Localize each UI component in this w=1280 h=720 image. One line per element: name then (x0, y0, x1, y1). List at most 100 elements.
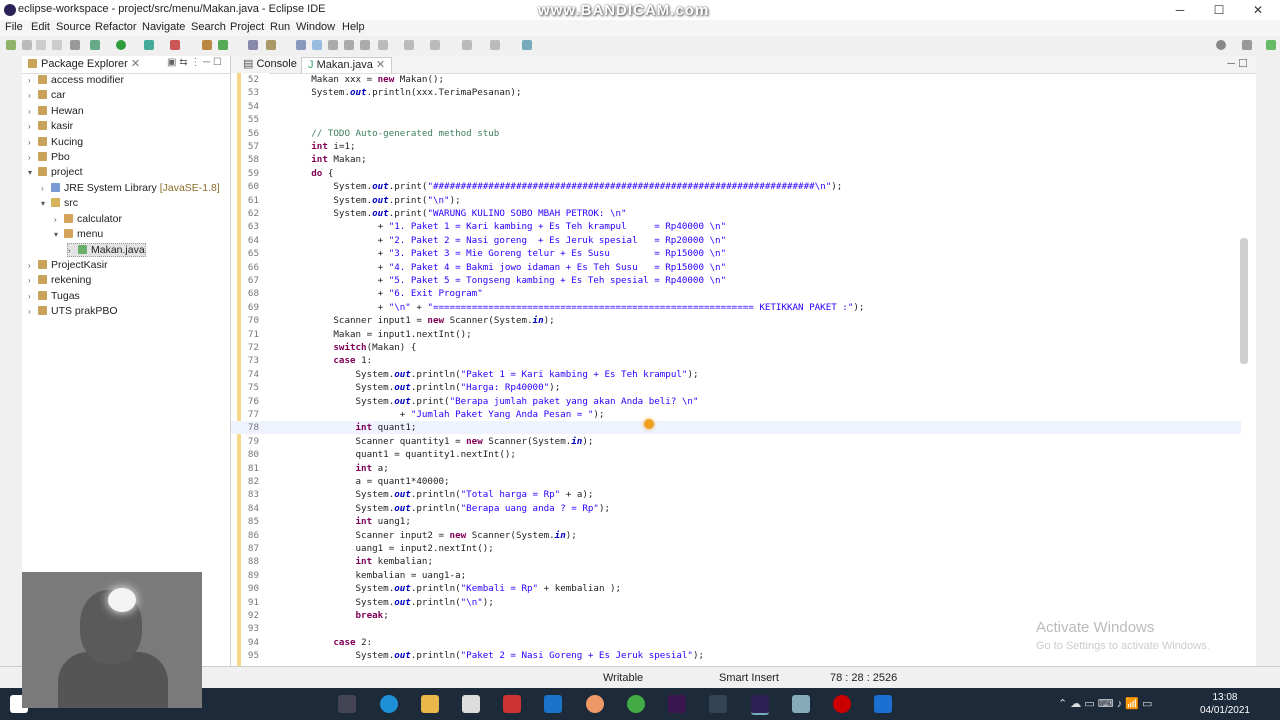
tree-item[interactable]: › Hewan (28, 105, 84, 117)
close-icon[interactable]: ✕ (131, 58, 140, 70)
chevron-right-icon[interactable]: › (28, 307, 38, 316)
code-line[interactable]: 69 + "\n" + "===========================… (231, 301, 1241, 314)
chevron-down-icon[interactable]: ▾ (54, 230, 64, 239)
code-line[interactable]: 81 int a; (231, 462, 1241, 475)
tree-item[interactable]: › Kucing (28, 136, 83, 148)
code-line[interactable]: 57 int i=1; (231, 140, 1241, 153)
code-line[interactable]: 74 System.out.println("Paket 1 = Kari ka… (231, 368, 1241, 381)
code-line[interactable]: 88 int kembalian; (231, 555, 1241, 568)
menu-refactor[interactable]: Refactor (95, 21, 137, 33)
chevron-right-icon[interactable]: › (28, 153, 38, 162)
tab-package-explorer[interactable]: Package Explorer ✕ (24, 57, 144, 72)
chevron-right-icon[interactable]: › (68, 246, 78, 255)
chevron-right-icon[interactable]: › (28, 91, 38, 100)
menu-edit[interactable]: Edit (31, 21, 50, 33)
app-icon-blue[interactable] (792, 695, 810, 713)
bandicam-icon[interactable] (833, 695, 851, 713)
mark-occurrences-icon[interactable] (312, 40, 322, 50)
code-line[interactable]: 58 int Makan; (231, 153, 1241, 166)
search-icon[interactable] (1216, 40, 1226, 50)
skip-breakpoints-icon[interactable] (70, 40, 80, 50)
system-tray-icons[interactable]: ⌃ ☁ ▭ ⌨ ♪ 📶 ▭ (1058, 697, 1152, 710)
tree-item[interactable]: › ProjectKasir (28, 259, 108, 271)
code-line[interactable]: 76 System.out.print("Berapa jumlah paket… (231, 395, 1241, 408)
tree-item[interactable]: › Makan.java (67, 243, 146, 258)
word-wrap-icon[interactable] (344, 40, 354, 50)
chevron-right-icon[interactable]: › (28, 138, 38, 147)
code-line[interactable]: 80 quant1 = quantity1.nextInt(); (231, 448, 1241, 461)
tree-item[interactable]: › kasir (28, 120, 73, 132)
code-line[interactable]: 84 System.out.println("Berapa uang anda … (231, 502, 1241, 515)
coverage-icon[interactable] (144, 40, 154, 50)
tree-item[interactable]: › JRE System Library [JavaSE-1.8] (41, 182, 220, 194)
close-icon[interactable]: ✕ (376, 59, 385, 71)
new-package-icon[interactable] (218, 40, 228, 50)
open-perspective-icon[interactable] (1242, 40, 1252, 50)
taskbar-clock[interactable]: 13:08 04/01/2021 (1200, 691, 1250, 717)
code-line[interactable]: 82 a = quant1*40000; (231, 475, 1241, 488)
code-line[interactable]: 53 System.out.println(xxx.TerimaPesanan)… (231, 86, 1241, 99)
store-icon[interactable] (462, 695, 480, 713)
code-line[interactable]: 54 (231, 100, 1241, 113)
last-edit-icon[interactable] (430, 40, 440, 50)
view-menu-icon[interactable]: ▣ ⇆ ⋮ ─ ☐ (167, 57, 222, 68)
menu-help[interactable]: Help (342, 21, 365, 33)
menu-search[interactable]: Search (191, 21, 226, 33)
tree-item[interactable]: › Pbo (28, 151, 70, 163)
block-select-icon[interactable] (328, 40, 338, 50)
chevron-right-icon[interactable]: › (28, 76, 38, 85)
minimize-button[interactable]: ─ (1160, 0, 1200, 20)
pin-editor-icon[interactable] (522, 40, 532, 50)
tree-item[interactable]: › car (28, 89, 66, 101)
code-line[interactable]: 91 System.out.println("\n"); (231, 596, 1241, 609)
java-perspective-icon[interactable] (1266, 40, 1276, 50)
tree-item[interactable]: ▾ project (28, 166, 83, 178)
code-line[interactable]: 70 Scanner input1 = new Scanner(System.i… (231, 314, 1241, 327)
code-line[interactable]: 63 + "1. Paket 1 = Kari kambing + Es Teh… (231, 220, 1241, 233)
menu-run[interactable]: Run (270, 21, 290, 33)
status-cursor-position[interactable]: 78 : 28 : 2526 (830, 672, 897, 684)
tree-item[interactable]: ▾ src (41, 197, 78, 209)
new-icon[interactable] (6, 40, 16, 50)
steam-icon[interactable] (709, 695, 727, 713)
code-line[interactable]: 90 System.out.println("Kembali = Rp" + k… (231, 582, 1241, 595)
code-line[interactable]: 61 System.out.print("\n"); (231, 194, 1241, 207)
edge-icon[interactable] (380, 695, 398, 713)
debug-icon[interactable] (90, 40, 100, 50)
code-line[interactable]: 52 Makan xxx = new Makan(); (231, 73, 1241, 86)
code-line[interactable]: 75 System.out.println("Harga: Rp40000"); (231, 381, 1241, 394)
maximize-button[interactable]: ☐ (1199, 0, 1239, 20)
new-class-icon[interactable] (248, 40, 258, 50)
code-line[interactable]: 62 System.out.print("WARUNG KULINO SOBO … (231, 207, 1241, 220)
code-line[interactable]: 86 Scanner input2 = new Scanner(System.i… (231, 529, 1241, 542)
chevron-right-icon[interactable]: › (28, 261, 38, 270)
tab-console[interactable]: ▤ Console (237, 57, 303, 72)
menu-source[interactable]: Source (56, 21, 91, 33)
app-icon-dark-blue[interactable] (874, 695, 892, 713)
tab-makan-java[interactable]: J Makan.java ✕ (301, 57, 393, 73)
run-icon[interactable] (116, 40, 126, 50)
chevron-right-icon[interactable]: › (28, 292, 38, 301)
menu-navigate[interactable]: Navigate (142, 21, 185, 33)
close-button[interactable]: ✕ (1238, 0, 1278, 20)
back-icon[interactable] (462, 40, 472, 50)
chevron-down-icon[interactable]: ▾ (41, 199, 51, 208)
chevron-right-icon[interactable]: › (41, 184, 51, 193)
code-line[interactable]: 87 uang1 = input2.nextInt(); (231, 542, 1241, 555)
mail-icon[interactable] (544, 695, 562, 713)
external-tools-icon[interactable] (170, 40, 180, 50)
premiere-icon[interactable] (668, 695, 686, 713)
chevron-right-icon[interactable]: › (28, 107, 38, 116)
task-view-icon[interactable] (338, 695, 356, 713)
code-line[interactable]: 83 System.out.println("Total harga = Rp"… (231, 488, 1241, 501)
print-icon[interactable] (52, 40, 62, 50)
code-line[interactable]: 73 case 1: (231, 354, 1241, 367)
eclipse-taskbar-icon[interactable] (751, 695, 769, 715)
code-line[interactable]: 72 switch(Makan) { (231, 341, 1241, 354)
tree-item[interactable]: › access modifier (28, 74, 124, 86)
code-line[interactable]: 89 kembalian = uang1-a; (231, 569, 1241, 582)
editor-minimize-maximize[interactable]: ─ ☐ (1227, 57, 1248, 70)
tree-item[interactable]: › calculator (54, 213, 122, 225)
tree-item[interactable]: › UTS prakPBO (28, 305, 118, 317)
search-tool-icon[interactable] (296, 40, 306, 50)
